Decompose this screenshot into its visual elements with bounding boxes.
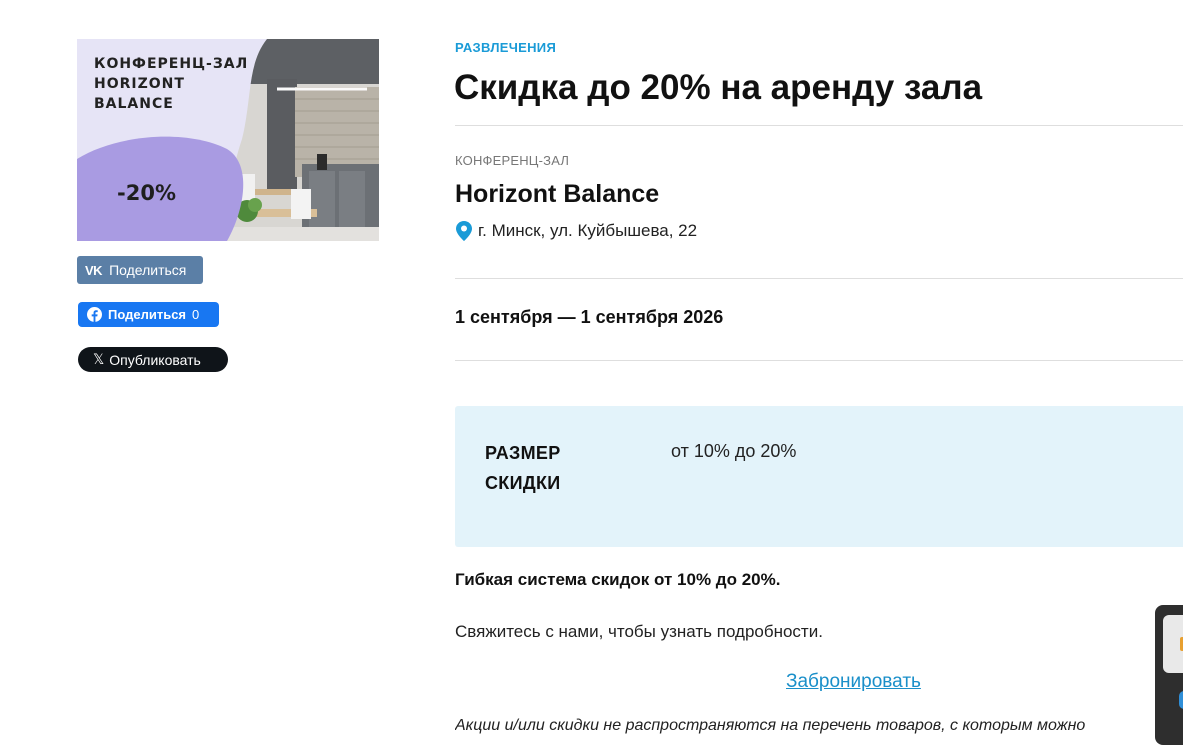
vk-icon: VK	[85, 262, 103, 278]
page-title: Скидка до 20% на аренду зала	[454, 68, 983, 107]
divider	[455, 278, 1183, 279]
divider	[455, 125, 1183, 126]
address-text: г. Минск, ул. Куйбышева, 22	[478, 221, 698, 240]
vk-share-button[interactable]: VK Поделиться	[77, 256, 203, 284]
discount-label: РАЗМЕР СКИДКИ	[485, 443, 561, 493]
venue-type: КОНФЕРЕНЦ-ЗАЛ	[455, 153, 570, 168]
promo-banner: КОНФЕРЕНЦ-ЗАЛ HORIZONT BALANCE -20%	[77, 39, 379, 241]
widget-icon[interactable]	[1179, 691, 1183, 709]
banner-discount-badge: -20%	[117, 181, 176, 205]
description-text: Свяжитесь с нами, чтобы узнать подробнос…	[455, 622, 823, 641]
x-post-button[interactable]: 𝕏 Опубликовать	[78, 347, 228, 372]
venue-name: Horizont Balance	[455, 180, 660, 208]
discount-value: от 10% до 20%	[671, 441, 797, 461]
facebook-share-count: 0	[192, 307, 200, 322]
venue-address: г. Минск, ул. Куйбышева, 22	[456, 221, 697, 241]
disclaimer-text: Акции и/или скидки не распространяются н…	[455, 717, 1086, 734]
floating-widget-panel[interactable]	[1155, 605, 1183, 745]
facebook-share-button[interactable]: Поделиться 0	[78, 302, 219, 327]
divider	[455, 360, 1183, 361]
x-icon: 𝕏	[93, 351, 105, 367]
category-label: РАЗВЛЕЧЕНИЯ	[455, 40, 557, 55]
banner-title: КОНФЕРЕНЦ-ЗАЛ HORIZONT BALANCE	[94, 56, 249, 112]
description-bold: Гибкая система скидок от 10% до 20%.	[455, 570, 781, 589]
facebook-icon	[87, 307, 102, 322]
discount-info-box: РАЗМЕР СКИДКИ от 10% до 20%	[455, 406, 1183, 547]
vk-share-label: Поделиться	[109, 262, 187, 278]
facebook-share-label: Поделиться	[108, 307, 187, 322]
book-link[interactable]: Забронировать	[786, 671, 921, 693]
map-pin-icon	[456, 221, 472, 241]
x-post-label: Опубликовать	[109, 351, 201, 368]
promo-dates: 1 сентября — 1 сентября 2026	[455, 307, 724, 327]
